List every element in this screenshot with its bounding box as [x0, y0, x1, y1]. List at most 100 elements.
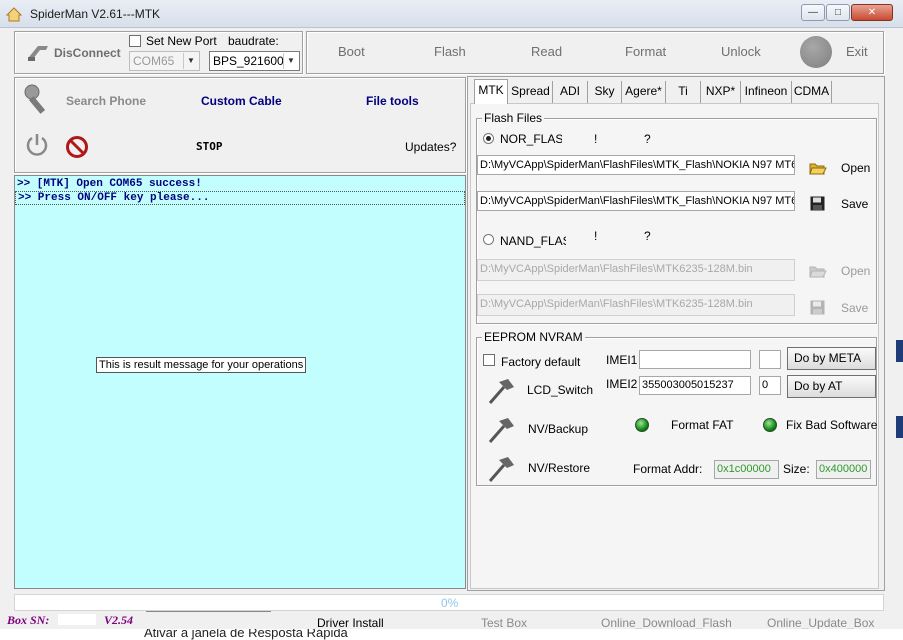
power-icon[interactable] [25, 132, 49, 158]
nor-open-button[interactable]: Open [841, 161, 870, 175]
factory-default-label: Factory default [501, 355, 581, 369]
imei1-index-input[interactable] [759, 350, 781, 369]
nor-file-path-2[interactable]: D:\MyVCApp\SpiderMan\FlashFiles\MTK_Flas… [477, 191, 795, 211]
hammer-icon [488, 457, 514, 482]
imei2-index-input[interactable]: 0 [759, 376, 781, 395]
eeprom-nvram-title: EEPROM NVRAM [482, 330, 585, 344]
maximize-button[interactable]: □ [826, 4, 850, 21]
search-phone-button[interactable]: Search Phone [66, 94, 146, 108]
progress-text: 0% [441, 596, 459, 610]
baudrate-label: baudrate: [228, 34, 279, 48]
imei1-input[interactable] [639, 350, 751, 369]
format-addr-label: Format Addr: [633, 462, 703, 476]
box-sn-label: Box SN: [7, 613, 50, 627]
open-folder-icon [809, 163, 827, 175]
background-window-edge [896, 416, 903, 438]
custom-cable-link[interactable]: Custom Cable [201, 94, 282, 108]
nand-flash-mark-excl: ! [594, 229, 598, 243]
nand-save-button: Save [841, 301, 869, 315]
tab-infineon[interactable]: Infineon [741, 81, 792, 103]
nand-file-path-2: D:\MyVCApp\SpiderMan\FlashFiles\MTK6235-… [477, 294, 795, 316]
exit-icon[interactable] [800, 36, 832, 68]
nand-file-path-1: D:\MyVCApp\SpiderMan\FlashFiles\MTK6235-… [477, 259, 795, 281]
box-sn-value [58, 614, 96, 625]
nv-restore-button[interactable]: NV/Restore [528, 461, 590, 475]
version-label: V2.54 [104, 613, 134, 627]
chevron-down-icon: ▼ [283, 53, 298, 69]
flash-button[interactable]: Flash [434, 44, 466, 59]
chevron-down-icon: ▼ [183, 53, 198, 69]
baudrate-select[interactable]: BPS_921600 ▼ [209, 51, 300, 71]
factory-default-checkbox[interactable] [483, 354, 495, 366]
read-button[interactable]: Read [531, 44, 562, 59]
format-addr-input[interactable]: 0x1c00000 [714, 460, 779, 479]
status-divider [146, 611, 271, 612]
minimize-button[interactable]: — [801, 4, 825, 21]
tab-sky[interactable]: Sky [588, 81, 622, 103]
open-folder-icon [809, 266, 827, 278]
format-fat-button[interactable]: Format FAT [671, 418, 733, 432]
online-download-flash-link[interactable]: Online_Download_Flash [601, 616, 732, 630]
nand-flash-label: NAND_FLASH [500, 234, 566, 248]
tab-agere[interactable]: Agere* [622, 81, 666, 103]
imei2-input[interactable]: 355003005015237 [639, 376, 751, 395]
tab-adi[interactable]: ADI [553, 81, 588, 103]
test-box-link[interactable]: Test Box [481, 616, 527, 630]
search-phone-icon [24, 84, 46, 114]
file-tools-link[interactable]: File tools [366, 94, 419, 108]
log-line-selected: >> Press ON/OFF key please... [15, 191, 465, 205]
title-bar[interactable]: SpiderMan V2.61---MTK — □ ✕ [0, 0, 903, 28]
log-line: >> [MTK] Open COM65 success! [17, 178, 202, 190]
disconnect-cable-icon [28, 46, 48, 61]
format-fat-led-icon [635, 418, 649, 432]
close-button[interactable]: ✕ [851, 4, 893, 21]
exit-button[interactable]: Exit [846, 44, 868, 59]
background-window-text: Ativar a janela de Resposta Rápida [144, 629, 348, 640]
progress-bar: 0% [14, 594, 884, 611]
online-update-box-link[interactable]: Online_Update_Box [767, 616, 874, 630]
stop-sign-icon[interactable] [65, 135, 89, 159]
do-by-meta-button[interactable]: Do by META [787, 347, 876, 370]
unlock-button[interactable]: Unlock [721, 44, 761, 59]
console-tooltip: This is result message for your operatio… [96, 357, 307, 373]
nor-flash-label: NOR_FLASH [500, 132, 562, 146]
port-select[interactable]: COM65 ▼ [129, 51, 200, 71]
port-select-value: COM65 [133, 54, 175, 68]
tab-spread[interactable]: Spread [509, 81, 553, 103]
result-console[interactable]: >> [MTK] Open COM65 success! >> Press ON… [14, 175, 466, 589]
nv-backup-button[interactable]: NV/Backup [528, 422, 588, 436]
size-input[interactable]: 0x400000 [816, 460, 871, 479]
nor-file-path-1[interactable]: D:\MyVCApp\SpiderMan\FlashFiles\MTK_Flas… [477, 155, 795, 175]
fix-bad-software-button[interactable]: Fix Bad Software [786, 418, 877, 432]
disconnect-button[interactable]: DisConnect [54, 46, 121, 60]
size-label: Size: [783, 462, 810, 476]
do-by-at-button[interactable]: Do by AT [787, 375, 876, 398]
background-window-strip: Ativar a janela de Resposta Rápida [0, 629, 903, 640]
tab-mtk[interactable]: MTK [474, 79, 508, 104]
hammer-icon [488, 379, 514, 404]
imei1-label: IMEI1 [606, 353, 638, 367]
lcd-switch-button[interactable]: LCD_Switch [527, 383, 593, 397]
flash-files-title: Flash Files [482, 111, 545, 125]
driver-install-link[interactable]: Driver Install [317, 616, 384, 630]
tab-cdma[interactable]: CDMA [792, 81, 832, 103]
nand-flash-radio[interactable] [483, 234, 494, 245]
set-new-port-label: Set New Port [146, 34, 217, 48]
save-disk-icon [810, 196, 825, 211]
tab-nxp[interactable]: NXP* [701, 81, 741, 103]
baudrate-select-value: BPS_921600 [213, 54, 284, 68]
nand-flash-mark-q: ? [644, 229, 651, 243]
format-button[interactable]: Format [625, 44, 666, 59]
nor-flash-mark-excl: ! [594, 132, 598, 146]
boot-button[interactable]: Boot [338, 44, 365, 59]
nor-flash-radio[interactable] [483, 133, 494, 144]
background-window-edge [896, 340, 903, 362]
imei2-label: IMEI2 [606, 377, 638, 391]
spiderman-app-icon [6, 7, 22, 22]
set-new-port-checkbox[interactable] [129, 35, 141, 47]
tab-ti[interactable]: Ti [666, 81, 701, 103]
updates-link[interactable]: Updates? [405, 140, 456, 154]
nor-save-button[interactable]: Save [841, 197, 868, 211]
nor-flash-mark-q: ? [644, 132, 651, 146]
stop-label[interactable]: STOP [196, 140, 223, 153]
